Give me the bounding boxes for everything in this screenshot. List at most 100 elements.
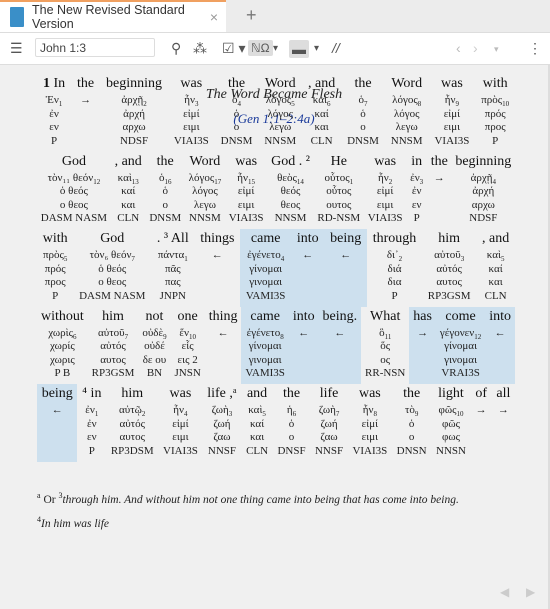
- word-column[interactable]: He οὗτος1 οὗτος ουτος RD-NSM: [314, 152, 364, 230]
- morphology-text: P: [391, 289, 398, 302]
- word-column[interactable]: God τὸν₆ θεόν7 ὁ θεός ο θεος DASM NASM: [73, 229, 151, 307]
- tab-nrsv[interactable]: The New Revised Standard Version ×: [0, 0, 226, 32]
- greek-lemma-text: θεός: [280, 185, 301, 197]
- layout-icon[interactable]: ▬: [289, 40, 309, 58]
- greek-root: αρχω: [100, 121, 168, 135]
- word-column[interactable]: things ←: [194, 229, 240, 307]
- back-icon[interactable]: ‹: [456, 40, 461, 56]
- greek-lemma: [319, 340, 362, 354]
- word-column[interactable]: him αὐτοῦ7 αὐτός αυτος RP3GSM: [88, 307, 139, 385]
- word-column[interactable]: life ζωὴ7 ζωή ζαω NNSF: [310, 384, 348, 462]
- word-column[interactable]: , and καὶ6 καί και CLN: [302, 74, 341, 152]
- greek-root-text: δια: [387, 276, 402, 288]
- word-column[interactable]: the ἡ6 ὁ ο DNSF: [273, 384, 311, 462]
- greek-root-text: γινομαι: [444, 353, 478, 366]
- morphology-text: NNSM: [390, 134, 423, 147]
- word-column[interactable]: through δι᾽2 διά δια P: [367, 229, 422, 307]
- word-column[interactable]: beginning ἀρχῇ4 ἀρχή αρχω NDSF: [452, 152, 516, 230]
- prev-page-icon[interactable]: ◀: [500, 585, 509, 599]
- morphology-text: P: [50, 134, 58, 147]
- word-column[interactable]: being ←: [324, 229, 367, 307]
- word-column[interactable]: into ←: [485, 306, 515, 384]
- word-column[interactable]: What ὃ11 ὅς ος RR-NSN: [361, 307, 409, 385]
- english-text: life ,ᵃ: [207, 386, 237, 401]
- word-column[interactable]: Word λόγος8 λόγος λεγω NNSM: [385, 74, 429, 152]
- interlinear-line: with πρὸς5 πρός προς P God τὸν₆ θεόν7 ὁ θεός ο θ…: [37, 229, 515, 307]
- word-column[interactable]: was ἦν15 εἰμί ειμι VIAI3S: [225, 152, 267, 230]
- word-column[interactable]: life ,ᵃ ζωὴ3 ζωή ζαω NNSF: [203, 384, 242, 462]
- chevron-down-icon[interactable]: ▾: [314, 43, 319, 54]
- greek-root: [427, 199, 452, 213]
- word-column[interactable]: God . ² θεὸς14 θεός θεος NNSM: [267, 152, 313, 230]
- footnote: a Or 3through him. And without him not o…: [37, 486, 459, 534]
- new-tab-button[interactable]: +: [246, 5, 257, 26]
- word-column[interactable]: God τὸν₁₁ θεόν12 ὁ θεός ο θεος DASM NASM: [37, 152, 111, 230]
- morphology: NNSM: [267, 212, 313, 226]
- word-column[interactable]: , and καὶ13 καί και CLN: [111, 152, 146, 230]
- word-column[interactable]: him αὐτῷ2 αὐτός αυτος RP3DSM: [106, 384, 158, 462]
- interlinear-icon[interactable]: ℕΩ: [248, 40, 273, 56]
- word-column[interactable]: not οὐδὲ9 οὐδέ δε ου BN: [138, 307, 170, 385]
- history-dropdown-icon[interactable]: ▾: [494, 44, 499, 55]
- word-column[interactable]: him αὐτοῦ3 αὐτός αυτος RP3GSM: [422, 229, 476, 307]
- search-icon[interactable]: ⚲: [171, 40, 181, 57]
- word-column[interactable]: has →: [409, 306, 436, 384]
- word-column[interactable]: came ἐγένετο8 γίνομαι γινομαι VAMI3S: [241, 306, 289, 384]
- english-text: through: [372, 231, 417, 246]
- word-column[interactable]: beginning ἀρχῇ2 ἀρχή αρχω NDSF: [100, 74, 168, 152]
- word-column[interactable]: came ἐγένετο4 γίνομαι γινομαι VAMI3S: [240, 229, 292, 307]
- word-column[interactable]: was ἦν9 εἰμί ειμι VIAI3S: [429, 74, 476, 152]
- greek-surface: καὶ13: [111, 172, 146, 186]
- greek-surface: ἐγένετο4: [240, 249, 291, 263]
- reference-input[interactable]: John 1:3: [35, 38, 155, 57]
- word-column[interactable]: was ἦν3 εἰμί ειμι VIAI3S: [168, 74, 215, 152]
- more-options-icon[interactable]: ⋮: [528, 40, 542, 57]
- word-column[interactable]: light φῶς10 φῶς φως NNSN: [431, 384, 470, 462]
- greek-lemma-text: αὐτός: [119, 417, 145, 430]
- word-column[interactable]: come γέγονεν12 γίνομαι γινομαι VRAI3S: [435, 306, 486, 384]
- word-column[interactable]: was ἦν2 εἰμί ειμι VIAI3S: [364, 152, 406, 230]
- word-column[interactable]: the ὁ16 ὁ ο DNSM: [146, 152, 185, 230]
- next-page-icon[interactable]: ▶: [526, 585, 535, 599]
- greek-lemma-text: ὁ: [233, 107, 240, 120]
- word-column[interactable]: Word λόγος17 λόγος λεγω NNSM: [185, 152, 225, 230]
- word-column[interactable]: ⁴ in ἐν1 ἐν εν P: [77, 384, 106, 462]
- word-column[interactable]: all →: [492, 384, 515, 462]
- word-column[interactable]: the τὸ9 ὁ ο DNSN: [392, 384, 431, 462]
- word-column[interactable]: thing ←: [205, 307, 242, 385]
- chevron-down-icon[interactable]: ▾: [273, 43, 278, 54]
- word-column[interactable]: with πρὸς5 πρός προς P: [37, 229, 73, 307]
- word-column[interactable]: without χωρὶς6 χωρίς χωρις P B: [37, 307, 88, 385]
- word-column[interactable]: one ἕν10 εἷς εις 2 JNSN: [171, 307, 205, 385]
- word-column[interactable]: was ἦν4 εἰμί ειμι VIAI3S: [158, 384, 202, 462]
- word-column[interactable]: being ←: [37, 384, 78, 462]
- notes-icon[interactable]: ☑ ▾: [222, 40, 245, 57]
- english-word: came: [241, 307, 288, 327]
- word-column[interactable]: into ←: [291, 229, 325, 307]
- word-column[interactable]: and καὶ5 καί και CLN: [241, 384, 272, 462]
- word-column[interactable]: the ὁ4 ὁ ο DNSM: [215, 74, 259, 152]
- word-column[interactable]: was ἦν8 εἰμί ειμι VIAI3S: [348, 384, 392, 462]
- word-column[interactable]: . ³ All πάντα1 πᾶς πας JNPN: [151, 229, 194, 307]
- word-column[interactable]: with πρὸς10 πρός προς P: [475, 74, 515, 152]
- greek-lemma-text: ζωή: [320, 417, 338, 430]
- close-tab-icon[interactable]: ×: [210, 9, 218, 25]
- english-word: the: [392, 384, 431, 404]
- greek-surface-text: ἦν: [237, 171, 249, 184]
- word-column[interactable]: 1 In Ἐν1 ἐν εν P: [37, 74, 71, 152]
- word-column[interactable]: , and καὶ5 καί και CLN: [476, 229, 515, 307]
- greek-root: ειμι: [364, 199, 406, 213]
- menu-icon[interactable]: ☰: [10, 40, 23, 57]
- word-column[interactable]: of →: [471, 384, 492, 462]
- word-column[interactable]: being. ←: [318, 306, 362, 384]
- word-column[interactable]: Word λόγος5 λόγος λεγω NNSM: [258, 74, 302, 152]
- word-column[interactable]: into ←: [288, 306, 319, 384]
- parallel-icon[interactable]: //: [332, 40, 340, 56]
- word-column[interactable]: in ἐν3 ἐν εν P: [406, 152, 427, 230]
- word-column[interactable]: the ὁ7 ὁ ο DNSM: [341, 74, 385, 152]
- forward-icon[interactable]: ›: [473, 40, 478, 56]
- word-column[interactable]: the →: [427, 152, 452, 230]
- word-column[interactable]: the →: [71, 74, 100, 152]
- visual-filter-icon[interactable]: ⁂: [193, 40, 207, 57]
- greek-lemma: ὁ: [215, 108, 259, 122]
